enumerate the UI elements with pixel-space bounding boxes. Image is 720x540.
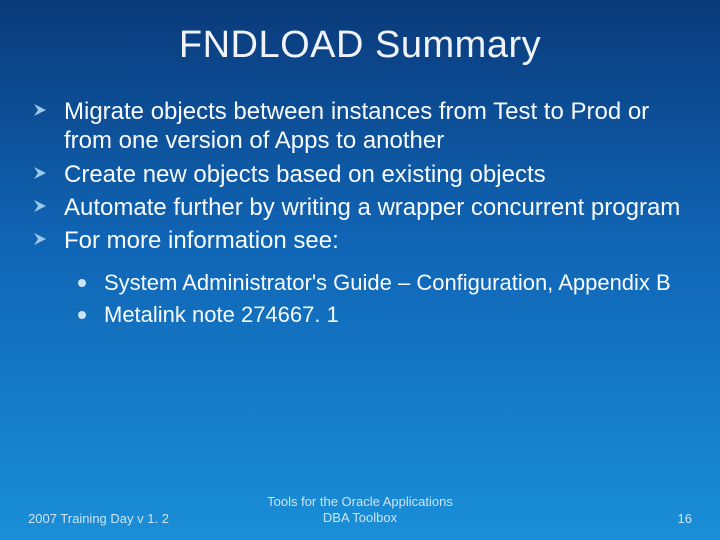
bullet-item: For more information see: (30, 226, 690, 255)
dot-icon (78, 311, 86, 319)
footer-center-line2: DBA Toolbox (323, 510, 397, 525)
arrow-icon (32, 198, 48, 214)
bullet-text: Automate further by writing a wrapper co… (64, 194, 680, 221)
slide-body: Migrate objects between instances from T… (0, 67, 720, 328)
footer-left: 2007 Training Day v 1. 2 (28, 511, 249, 526)
sub-bullet-item: System Administrator's Guide – Configura… (78, 269, 690, 297)
sub-bullet-text: System Administrator's Guide – Configura… (104, 270, 671, 295)
sub-bullet-list: System Administrator's Guide – Configura… (30, 269, 690, 328)
bullet-text: Create new objects based on existing obj… (64, 161, 546, 188)
sub-bullet-item: Metalink note 274667. 1 (78, 301, 690, 329)
slide-footer: 2007 Training Day v 1. 2 Tools for the O… (0, 494, 720, 527)
dot-icon (78, 279, 86, 287)
slide: FNDLOAD Summary Migrate objects between … (0, 0, 720, 540)
bullet-text: For more information see: (64, 227, 339, 254)
footer-center-line1: Tools for the Oracle Applications (267, 494, 453, 509)
slide-number: 16 (471, 511, 692, 526)
arrow-icon (32, 231, 48, 247)
bullet-item: Create new objects based on existing obj… (30, 160, 690, 189)
arrow-icon (32, 165, 48, 181)
bullet-text: Migrate objects between instances from T… (64, 98, 649, 154)
footer-center: Tools for the Oracle Applications DBA To… (249, 494, 470, 527)
slide-title: FNDLOAD Summary (0, 0, 720, 67)
bullet-item: Automate further by writing a wrapper co… (30, 193, 690, 222)
arrow-icon (32, 102, 48, 118)
sub-bullet-text: Metalink note 274667. 1 (104, 302, 339, 327)
bullet-item: Migrate objects between instances from T… (30, 97, 690, 156)
bullet-list: Migrate objects between instances from T… (30, 97, 690, 255)
